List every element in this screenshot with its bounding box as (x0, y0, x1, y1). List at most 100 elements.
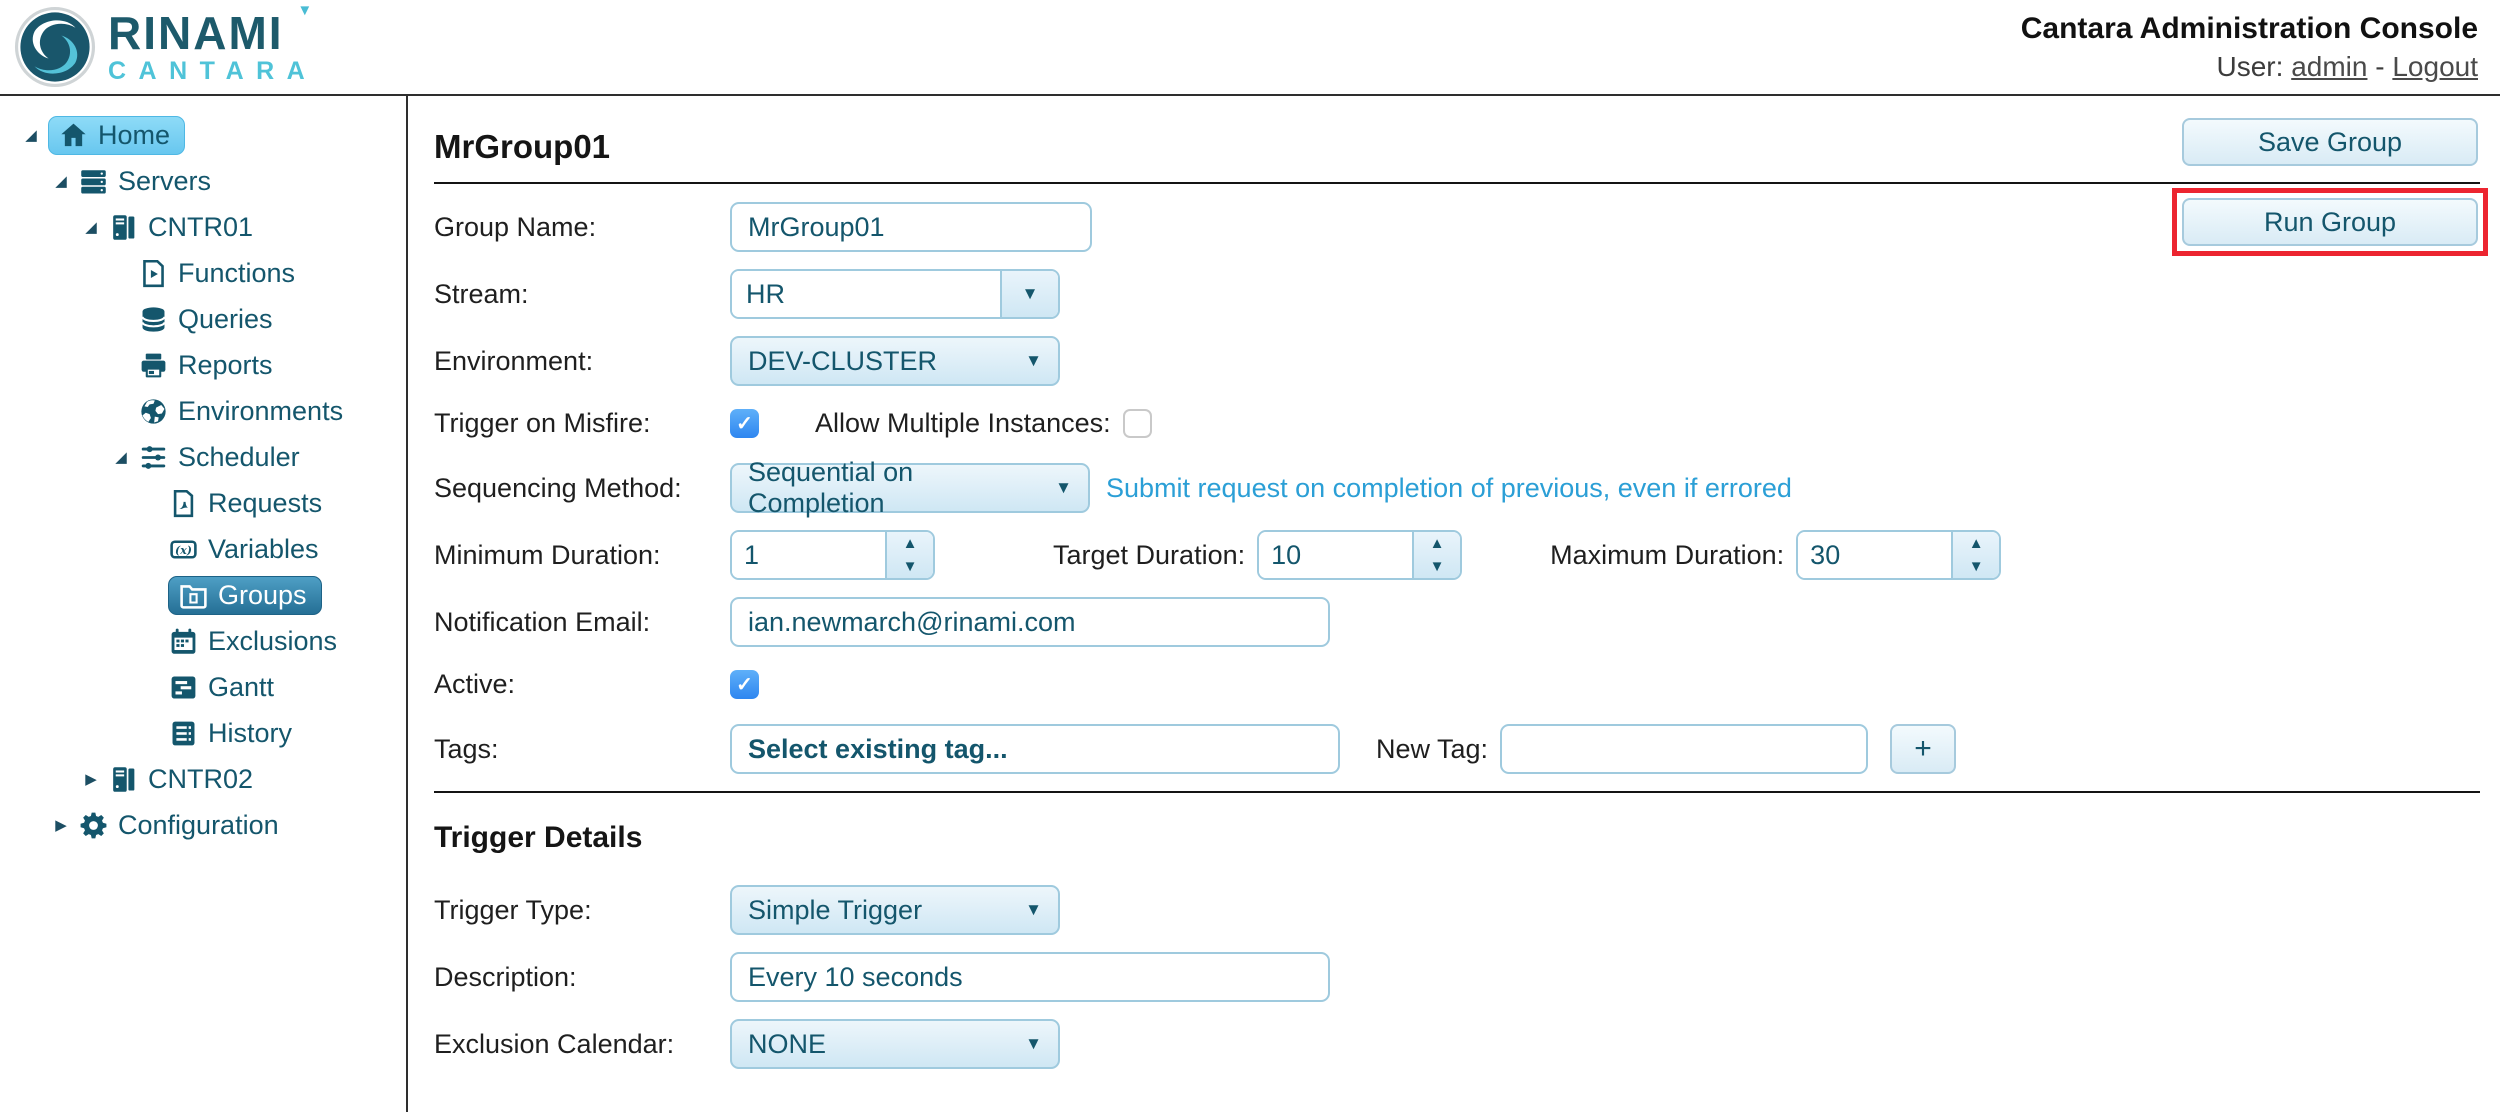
exclusion-calendar-select[interactable]: NONE ▼ (730, 1019, 1060, 1069)
target-duration-steppers[interactable]: ▲ ▼ (1412, 532, 1460, 578)
sidebar-item-label: CNTR01 (148, 212, 253, 243)
stream-row: Stream: ▼ (434, 269, 2480, 319)
sidebar-item-history[interactable]: History (0, 710, 406, 756)
target-duration-spinner[interactable]: ▲ ▼ (1257, 530, 1462, 580)
active-row: Active: ✓ (434, 664, 2480, 704)
active-checkbox[interactable]: ✓ (730, 670, 759, 699)
run-group-button[interactable]: Run Group (2182, 198, 2478, 246)
sidebar-item-environments[interactable]: Environments (0, 388, 406, 434)
sidebar-item-configuration[interactable]: ▶Configuration (0, 802, 406, 848)
spinner-up-icon[interactable]: ▲ (887, 532, 933, 555)
sidebar-item-label: Scheduler (178, 442, 300, 473)
header-right: Cantara Administration Console User: adm… (2021, 12, 2478, 83)
svg-text:(x): (x) (175, 543, 192, 556)
check-icon: ✓ (736, 672, 753, 697)
minimum-duration-input[interactable] (732, 532, 885, 578)
description-row: Description: (434, 952, 2480, 1002)
trigger-type-value: Simple Trigger (748, 895, 922, 926)
spinner-up-icon[interactable]: ▲ (1953, 532, 1999, 555)
calendar-icon (168, 626, 199, 657)
database-icon (138, 304, 169, 335)
sidebar-item-label: Gantt (208, 672, 274, 703)
description-input[interactable] (730, 952, 1330, 1002)
stream-input[interactable] (732, 271, 1000, 317)
sidebar-tree: ◢Home◢Servers◢CNTR01FunctionsQueriesRepo… (0, 96, 408, 1112)
brand-logo[interactable]: RINAMI ▼ CANTARA (14, 6, 317, 88)
spinner-down-icon[interactable]: ▼ (887, 555, 933, 578)
sidebar-item-home[interactable]: ◢Home (0, 112, 406, 158)
tags-input[interactable] (730, 724, 1340, 774)
tree-expander-icon[interactable]: ◢ (14, 126, 48, 144)
tree-expander-icon[interactable]: ▶ (74, 770, 108, 788)
sidebar-item-functions[interactable]: Functions (0, 250, 406, 296)
server-tower-icon (108, 212, 139, 243)
minimum-duration-spinner[interactable]: ▲ ▼ (730, 530, 935, 580)
username-link[interactable]: admin (2291, 51, 2367, 82)
tree-expander-icon[interactable]: ◢ (44, 172, 78, 190)
sidebar-item-gantt[interactable]: Gantt (0, 664, 406, 710)
minimum-duration-steppers[interactable]: ▲ ▼ (885, 532, 933, 578)
environment-row: Environment: DEV-CLUSTER ▼ (434, 336, 2480, 386)
sidebar-item-cntr02[interactable]: ▶CNTR02 (0, 756, 406, 802)
trigger-on-misfire-checkbox[interactable]: ✓ (730, 409, 759, 438)
stream-combobox[interactable]: ▼ (730, 269, 1060, 319)
history-icon (168, 718, 199, 749)
sidebar-item-scheduler[interactable]: ◢ Scheduler (0, 434, 406, 480)
chevron-down-icon: ▼ (1025, 900, 1042, 920)
selected-highlight[interactable]: Home (48, 116, 185, 155)
misfire-row: Trigger on Misfire: ✓ Allow Multiple Ins… (434, 403, 2480, 443)
new-tag-input[interactable] (1500, 724, 1868, 774)
sequencing-row: Sequencing Method: Sequential on Complet… (434, 463, 2480, 513)
target-duration-label: Target Duration: (1053, 540, 1245, 571)
sidebar-item-cntr01[interactable]: ◢ CNTR01 (0, 204, 406, 250)
selected-highlight[interactable]: Groups (168, 576, 322, 615)
sidebar-item-label: Servers (118, 166, 211, 197)
environment-label: Environment: (434, 346, 730, 377)
sequencing-method-value: Sequential on Completion (748, 457, 1055, 519)
stream-dropdown-button[interactable]: ▼ (1000, 271, 1058, 317)
spinner-down-icon[interactable]: ▼ (1414, 555, 1460, 578)
durations-row: Minimum Duration: ▲ ▼ Target Duration: ▲… (434, 530, 2480, 580)
tree-expander-icon[interactable]: ◢ (104, 448, 138, 466)
section-divider (434, 791, 2480, 793)
brand-triangle-icon: ▼ (297, 3, 314, 18)
trigger-type-select[interactable]: Simple Trigger ▼ (730, 885, 1060, 935)
chevron-down-icon: ▼ (1025, 1034, 1042, 1054)
sidebar-item-variables[interactable]: (x) Variables (0, 526, 406, 572)
new-tag-label: New Tag: (1376, 734, 1488, 765)
tree-expander-icon[interactable]: ◢ (74, 218, 108, 236)
target-duration-input[interactable] (1259, 532, 1412, 578)
allow-multiple-checkbox[interactable] (1123, 409, 1152, 438)
maximum-duration-input[interactable] (1798, 532, 1951, 578)
save-group-button[interactable]: Save Group (2182, 118, 2478, 166)
page: RINAMI ▼ CANTARA Cantara Administration … (0, 0, 2500, 1112)
sidebar-item-requests[interactable]: Requests (0, 480, 406, 526)
sequencing-method-select[interactable]: Sequential on Completion ▼ (730, 463, 1090, 513)
notification-email-input[interactable] (730, 597, 1330, 647)
group-name-input[interactable] (730, 202, 1092, 252)
trigger-details-heading: Trigger Details (434, 821, 2480, 855)
stream-label: Stream: (434, 279, 730, 310)
sidebar-item-queries[interactable]: Queries (0, 296, 406, 342)
notification-email-row: Notification Email: (434, 597, 2480, 647)
page-title: MrGroup01 (434, 128, 2480, 166)
spinner-up-icon[interactable]: ▲ (1414, 532, 1460, 555)
tree-expander-icon[interactable]: ▶ (44, 816, 78, 834)
environment-select[interactable]: DEV-CLUSTER ▼ (730, 336, 1060, 386)
maximum-duration-spinner[interactable]: ▲ ▼ (1796, 530, 2001, 580)
maximum-duration-steppers[interactable]: ▲ ▼ (1951, 532, 1999, 578)
brand-name-text: RINAMI (108, 7, 284, 59)
exclusion-calendar-value: NONE (748, 1029, 826, 1060)
sidebar-item-servers[interactable]: ◢ Servers (0, 158, 406, 204)
add-tag-button[interactable]: + (1890, 724, 1956, 774)
sidebar-item-label: Environments (178, 396, 343, 427)
sidebar-item-label: Functions (178, 258, 295, 289)
logout-link[interactable]: Logout (2392, 51, 2478, 82)
sidebar-item-reports[interactable]: Reports (0, 342, 406, 388)
spinner-down-icon[interactable]: ▼ (1953, 555, 1999, 578)
trigger-on-misfire-label: Trigger on Misfire: (434, 408, 730, 439)
sidebar-item-label: Variables (208, 534, 319, 565)
chevron-down-icon: ▼ (1022, 284, 1039, 304)
sidebar-item-exclusions[interactable]: Exclusions (0, 618, 406, 664)
sidebar-item-groups[interactable]: Groups (0, 572, 406, 618)
